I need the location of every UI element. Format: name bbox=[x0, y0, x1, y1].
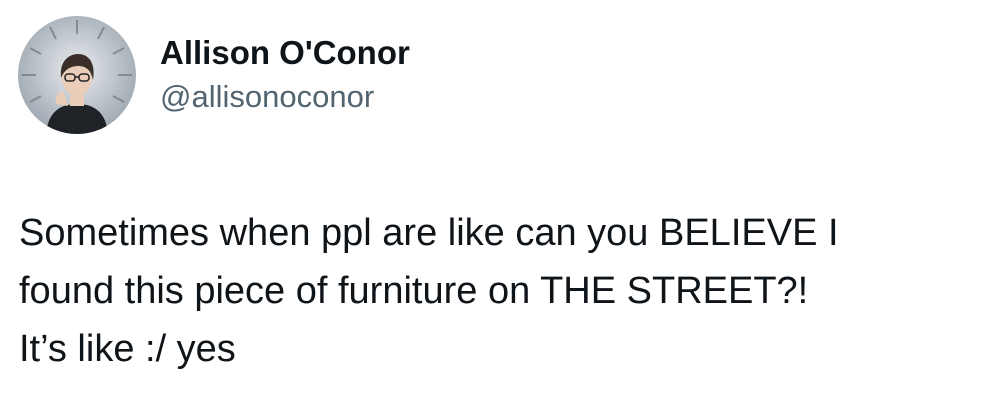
tweet-card: Allison O'Conor @allisonoconor Sometimes… bbox=[0, 0, 1000, 404]
display-name[interactable]: Allison O'Conor bbox=[160, 33, 410, 73]
user-handle[interactable]: @allisonoconor bbox=[160, 77, 410, 117]
tweet-text-line: It’s like :/ yes bbox=[19, 328, 236, 370]
author-names: Allison O'Conor @allisonoconor bbox=[160, 33, 410, 117]
tweet-text-line: found this piece of furniture on THE STR… bbox=[19, 270, 809, 312]
tweet-text: Sometimes when ppl are like can you BELI… bbox=[19, 204, 989, 378]
tweet-text-line: Sometimes when ppl are like can you BELI… bbox=[19, 212, 839, 254]
tweet-header: Allison O'Conor @allisonoconor bbox=[18, 14, 410, 136]
avatar[interactable] bbox=[18, 16, 136, 134]
avatar-photo-icon bbox=[18, 16, 136, 134]
